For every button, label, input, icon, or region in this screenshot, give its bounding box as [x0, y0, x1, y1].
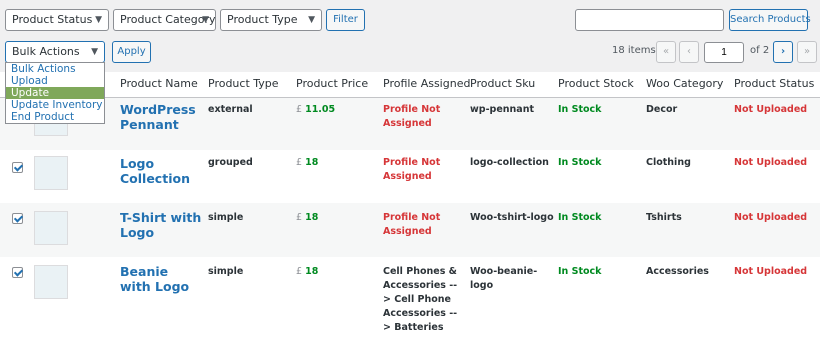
- chevron-down-icon: ▼: [95, 15, 102, 25]
- bulk-actions-label: Bulk Actions: [12, 45, 80, 58]
- product-type-label: Product Type: [227, 13, 298, 26]
- profile-assigned: Profile Not Assigned: [383, 212, 441, 237]
- chevron-down-icon: ▼: [308, 15, 315, 25]
- filter-button[interactable]: Filter: [326, 9, 365, 31]
- row-checkbox[interactable]: [12, 162, 23, 173]
- product-status: Not Uploaded: [734, 212, 808, 223]
- profile-assigned: Profile Not Assigned: [383, 157, 441, 182]
- product-price: £ 18: [296, 157, 319, 168]
- product-name-link[interactable]: Logo Collection: [120, 156, 202, 186]
- col-product-type[interactable]: Product Type: [208, 77, 279, 90]
- product-stock: In Stock: [558, 212, 602, 223]
- product-name-link[interactable]: Beanie with Logo: [120, 264, 202, 294]
- product-stock: In Stock: [558, 157, 602, 168]
- col-product-stock[interactable]: Product Stock: [558, 77, 634, 90]
- product-type-select[interactable]: Product Type ▼: [220, 9, 322, 31]
- current-page-input[interactable]: [704, 42, 744, 63]
- bulk-option-update-inventory[interactable]: Update Inventory: [6, 99, 104, 111]
- product-thumbnail: [34, 211, 68, 245]
- first-page-button[interactable]: «: [656, 41, 676, 63]
- bulk-option-bulk-actions[interactable]: Bulk Actions: [6, 63, 104, 75]
- product-sku: Woo-beanie-logo: [470, 266, 538, 291]
- product-thumbnail: [34, 156, 68, 190]
- col-product-status[interactable]: Product Status: [734, 77, 814, 90]
- product-thumbnail: [34, 265, 68, 299]
- woo-category: Clothing: [646, 157, 691, 168]
- product-type: simple: [208, 212, 244, 223]
- product-status-label: Product Status: [12, 13, 93, 26]
- product-price: £ 18: [296, 212, 319, 223]
- product-name-link[interactable]: T-Shirt with Logo: [120, 210, 202, 240]
- bulk-actions-select[interactable]: Bulk Actions ▼: [5, 41, 105, 63]
- product-stock: In Stock: [558, 266, 602, 277]
- product-status: Not Uploaded: [734, 104, 808, 115]
- woo-category: Decor: [646, 104, 678, 115]
- product-type: simple: [208, 266, 244, 277]
- row-checkbox[interactable]: [12, 213, 23, 224]
- col-profile-assigned[interactable]: Profile Assigned: [383, 77, 470, 90]
- items-count: 18 items: [612, 45, 656, 56]
- product-status-select[interactable]: Product Status ▼: [5, 9, 109, 31]
- product-price: £ 11.05: [296, 104, 336, 115]
- bulk-option-end-product[interactable]: End Product: [6, 111, 104, 123]
- product-type: external: [208, 104, 253, 115]
- chevron-down-icon: ▼: [202, 15, 209, 25]
- last-page-button[interactable]: »: [797, 41, 817, 63]
- product-status: Not Uploaded: [734, 157, 808, 168]
- product-category-select[interactable]: Product Category ▼: [113, 9, 216, 31]
- page-total: of 2: [750, 45, 770, 56]
- col-product-price[interactable]: Product Price: [296, 77, 368, 90]
- profile-assigned: Cell Phones & Accessories --> Cell Phone…: [383, 266, 458, 333]
- col-woo-category[interactable]: Woo Category: [646, 77, 723, 90]
- table-row: WordPress Pennant external £ 11.05 Profi…: [0, 98, 820, 150]
- next-page-button[interactable]: ›: [773, 41, 793, 63]
- woo-category: Accessories: [646, 266, 709, 277]
- apply-button[interactable]: Apply: [112, 41, 151, 63]
- product-price: £ 18: [296, 266, 319, 277]
- table-row: Logo Collection grouped £ 18 Profile Not…: [0, 150, 820, 203]
- col-product-sku[interactable]: Product Sku: [470, 77, 535, 90]
- product-sku: logo-collection: [470, 157, 549, 168]
- bulk-option-update[interactable]: Update: [6, 87, 104, 99]
- product-stock: In Stock: [558, 104, 602, 115]
- bulk-actions-dropdown: Bulk Actions Upload Update Update Invent…: [5, 62, 105, 124]
- product-sku: Woo-tshirt-logo: [470, 212, 554, 223]
- product-sku: wp-pennant: [470, 104, 535, 115]
- search-input[interactable]: [575, 9, 724, 31]
- prev-page-button[interactable]: ‹: [679, 41, 699, 63]
- profile-assigned: Profile Not Assigned: [383, 104, 441, 129]
- product-status: Not Uploaded: [734, 266, 808, 277]
- bulk-option-upload[interactable]: Upload: [6, 75, 104, 87]
- product-name-link[interactable]: WordPress Pennant: [120, 102, 202, 132]
- col-product-name[interactable]: Product Name: [120, 77, 198, 90]
- chevron-down-icon: ▼: [91, 47, 98, 57]
- row-checkbox[interactable]: [12, 267, 23, 278]
- product-type: grouped: [208, 157, 253, 168]
- woo-category: Tshirts: [646, 212, 682, 223]
- table-row: Beanie with Logo simple £ 18 Cell Phones…: [0, 257, 820, 338]
- search-products-button[interactable]: Search Products: [729, 9, 811, 31]
- table-header: Product Name Product Type Product Price …: [0, 72, 820, 98]
- table-row: T-Shirt with Logo simple £ 18 Profile No…: [0, 203, 820, 257]
